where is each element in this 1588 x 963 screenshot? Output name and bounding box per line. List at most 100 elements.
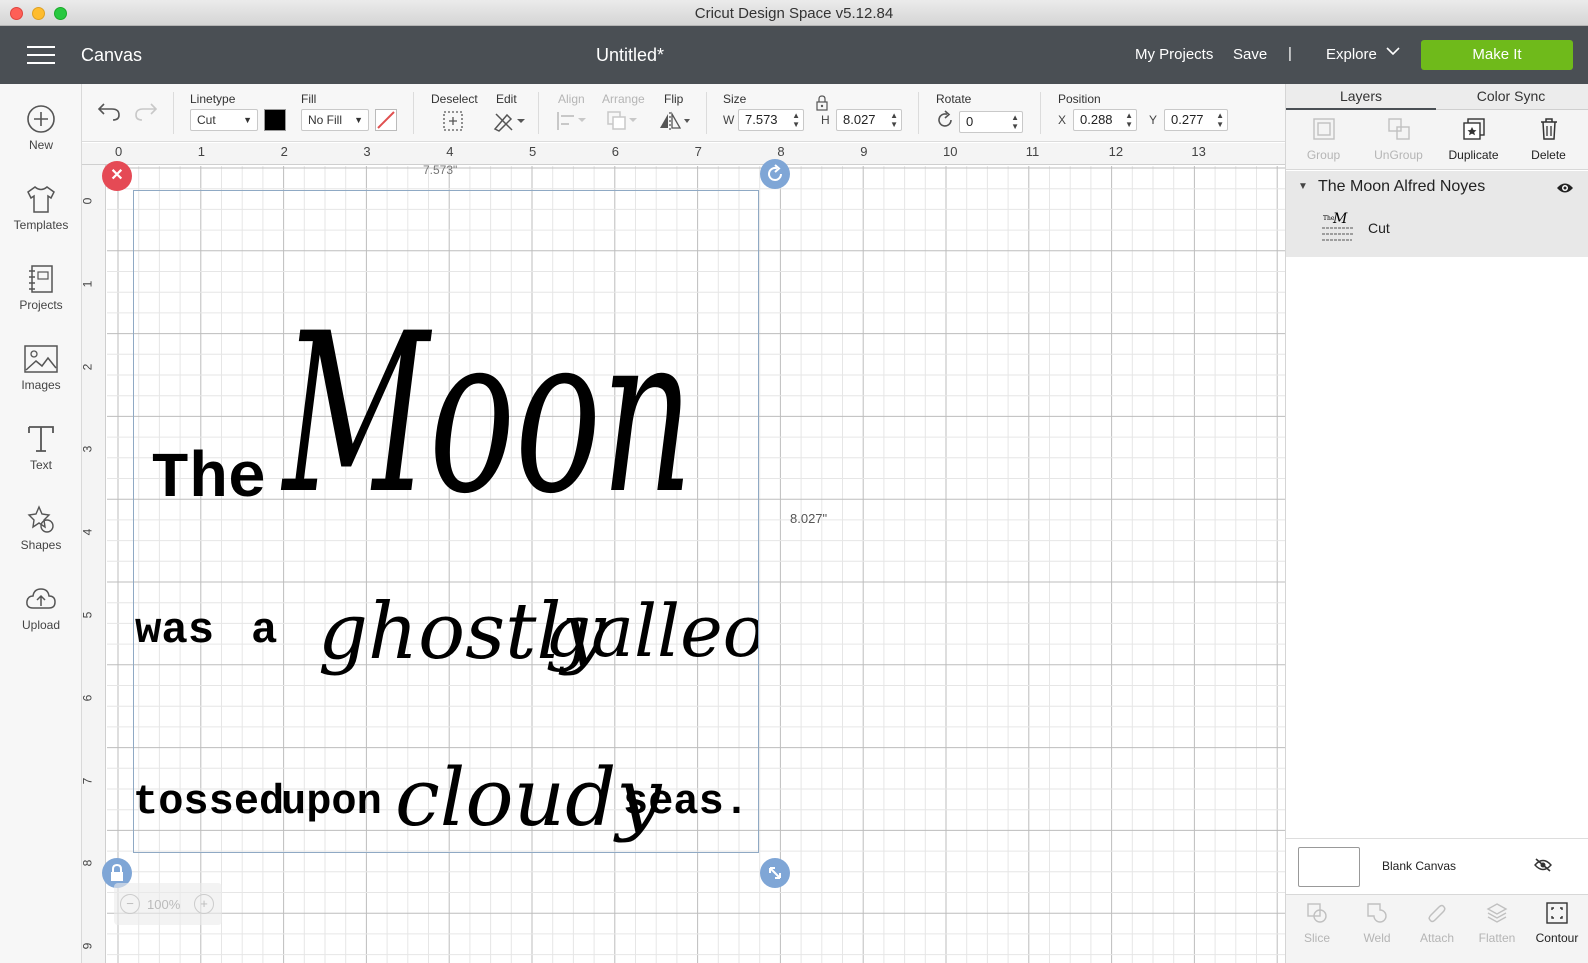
ruler-tick-label: 8 <box>777 144 785 159</box>
layer-group-name: The Moon Alfred Noyes <box>1318 178 1486 195</box>
caret-down-icon: ▼ <box>354 115 363 125</box>
attach-button[interactable]: Attach <box>1406 901 1468 945</box>
caret-down-icon: ▼ <box>243 115 252 125</box>
undo-icon[interactable] <box>96 100 122 127</box>
layer-operation-label: Cut <box>1368 220 1390 236</box>
layers-panel: Layers Color Sync Group UnGroup Duplicat… <box>1285 84 1588 963</box>
arrange-icon <box>606 110 638 137</box>
height-input[interactable]: 8.027 ▲ ▼ <box>836 109 902 131</box>
zoom-control: − 100% + <box>114 883 222 925</box>
duplicate-button[interactable]: Duplicate <box>1436 114 1511 162</box>
stepper-icon[interactable]: ▲ ▼ <box>1011 113 1019 131</box>
sidebar-item-projects[interactable]: Projects <box>0 264 82 334</box>
ruler-tick-label: 3 <box>82 446 94 453</box>
slice-button[interactable]: Slice <box>1286 901 1348 945</box>
ruler-tick-label: 3 <box>363 144 371 159</box>
bottom-actions-bar: Slice Weld Attach Flatten Contour <box>1286 894 1588 963</box>
ruler-tick-label: 9 <box>82 943 94 950</box>
ruler-tick-label: 2 <box>280 144 288 159</box>
sidebar-label: Text <box>29 458 52 472</box>
explore-menu[interactable]: Explore <box>1326 46 1377 63</box>
sidebar-label: Images <box>21 378 61 392</box>
group-button[interactable]: Group <box>1286 114 1361 162</box>
hidden-eye-icon[interactable] <box>1534 857 1552 878</box>
rotate-value: 0 <box>966 114 974 129</box>
panel-tabs: Layers Color Sync <box>1286 84 1588 110</box>
fill-value: No Fill <box>308 113 343 127</box>
delete-button[interactable]: Delete <box>1511 114 1586 162</box>
ruler-tick-label: 11 <box>1025 144 1040 159</box>
ruler-tick-label: 4 <box>446 144 454 159</box>
flip-label: Flip <box>664 92 684 106</box>
left-sidebar: New Templates Projects Images Text Shape… <box>0 84 82 963</box>
sidebar-item-images[interactable]: Images <box>0 344 82 414</box>
sidebar-item-upload[interactable]: Upload <box>0 584 82 654</box>
weld-icon <box>1367 903 1387 923</box>
tshirt-icon <box>27 186 55 213</box>
make-it-button[interactable]: Make It <box>1421 40 1573 70</box>
contour-button[interactable]: Contour <box>1526 901 1588 945</box>
stepper-icon[interactable]: ▲ ▼ <box>1125 111 1133 129</box>
save-link[interactable]: Save <box>1233 46 1267 63</box>
rotate-handle[interactable] <box>760 159 790 189</box>
sidebar-item-shapes[interactable]: Shapes <box>0 504 82 574</box>
linetype-color-swatch[interactable] <box>264 109 286 131</box>
stepper-icon[interactable]: ▲ ▼ <box>792 111 800 129</box>
width-dimension-label: 7.573" <box>423 163 458 177</box>
edit-tools-icon[interactable] <box>492 109 526 138</box>
tab-color-sync[interactable]: Color Sync <box>1436 88 1586 104</box>
position-x-input[interactable]: 0.288 ▲ ▼ <box>1073 109 1137 131</box>
chevron-down-icon[interactable] <box>1386 44 1400 61</box>
blank-canvas-swatch[interactable] <box>1298 847 1360 887</box>
width-input[interactable]: 7.573 ▲ ▼ <box>738 109 804 131</box>
linetype-label: Linetype <box>190 92 236 106</box>
plus-circle-icon <box>27 105 55 133</box>
rotate-label: Rotate <box>936 92 972 106</box>
no-fill-swatch-icon[interactable] <box>375 109 397 136</box>
collapse-caret-icon[interactable]: ▼ <box>1298 181 1308 192</box>
fill-select[interactable]: No Fill ▼ <box>301 109 369 131</box>
sidebar-item-templates[interactable]: Templates <box>0 184 82 254</box>
document-title: Untitled* <box>595 45 665 65</box>
align-label: Align <box>558 92 585 106</box>
zoom-level: 100% <box>147 897 181 912</box>
stepper-icon[interactable]: ▲ ▼ <box>1216 111 1224 129</box>
slice-label: Slice <box>1303 931 1330 945</box>
stepper-icon[interactable]: ▲ ▼ <box>890 111 898 129</box>
toolbar-divider <box>706 92 707 134</box>
delete-label: Delete <box>1531 148 1566 162</box>
flip-icon[interactable] <box>658 110 692 137</box>
hamburger-menu-icon[interactable] <box>27 45 55 65</box>
delete-handle[interactable]: ✕ <box>102 161 132 191</box>
layer-group-row[interactable]: ▼ The Moon Alfred Noyes The M Cut <box>1286 171 1588 257</box>
deselect-icon[interactable] <box>442 110 464 137</box>
ruler-tick-label: 7 <box>694 144 702 159</box>
blank-canvas-row[interactable]: Blank Canvas <box>1286 838 1588 894</box>
eye-icon[interactable] <box>1556 181 1574 200</box>
tab-layers[interactable]: Layers <box>1286 88 1436 104</box>
weld-button[interactable]: Weld <box>1346 901 1408 945</box>
header-separator: | <box>1288 45 1292 62</box>
my-projects-link[interactable]: My Projects <box>1135 46 1213 63</box>
rotate-input[interactable]: 0 ▲ ▼ <box>959 111 1023 133</box>
sidebar-item-text[interactable]: Text <box>0 424 82 494</box>
ruler-tick-label: 0 <box>82 198 94 205</box>
sidebar-label: Projects <box>19 298 63 312</box>
resize-handle[interactable] <box>760 858 790 888</box>
zoom-in-button[interactable]: + <box>194 894 214 914</box>
ungroup-icon <box>1387 118 1410 140</box>
width-value: 7.573 <box>745 112 778 127</box>
redo-icon[interactable] <box>133 100 159 127</box>
ungroup-button[interactable]: UnGroup <box>1361 114 1436 162</box>
slice-icon <box>1307 903 1327 923</box>
zoom-out-button[interactable]: − <box>120 894 140 914</box>
height-value: 8.027 <box>843 112 876 127</box>
position-y-input[interactable]: 0.277 ▲ ▼ <box>1164 109 1228 131</box>
flatten-button[interactable]: Flatten <box>1466 901 1528 945</box>
duplicate-label: Duplicate <box>1448 148 1499 162</box>
sidebar-item-new[interactable]: New <box>0 104 82 174</box>
toolbar-divider <box>538 92 539 134</box>
design-canvas[interactable]: 012345678910111213 0123456789 The was a … <box>82 143 1285 963</box>
linetype-select[interactable]: Cut ▼ <box>190 109 258 131</box>
sidebar-label: Templates <box>13 218 69 232</box>
